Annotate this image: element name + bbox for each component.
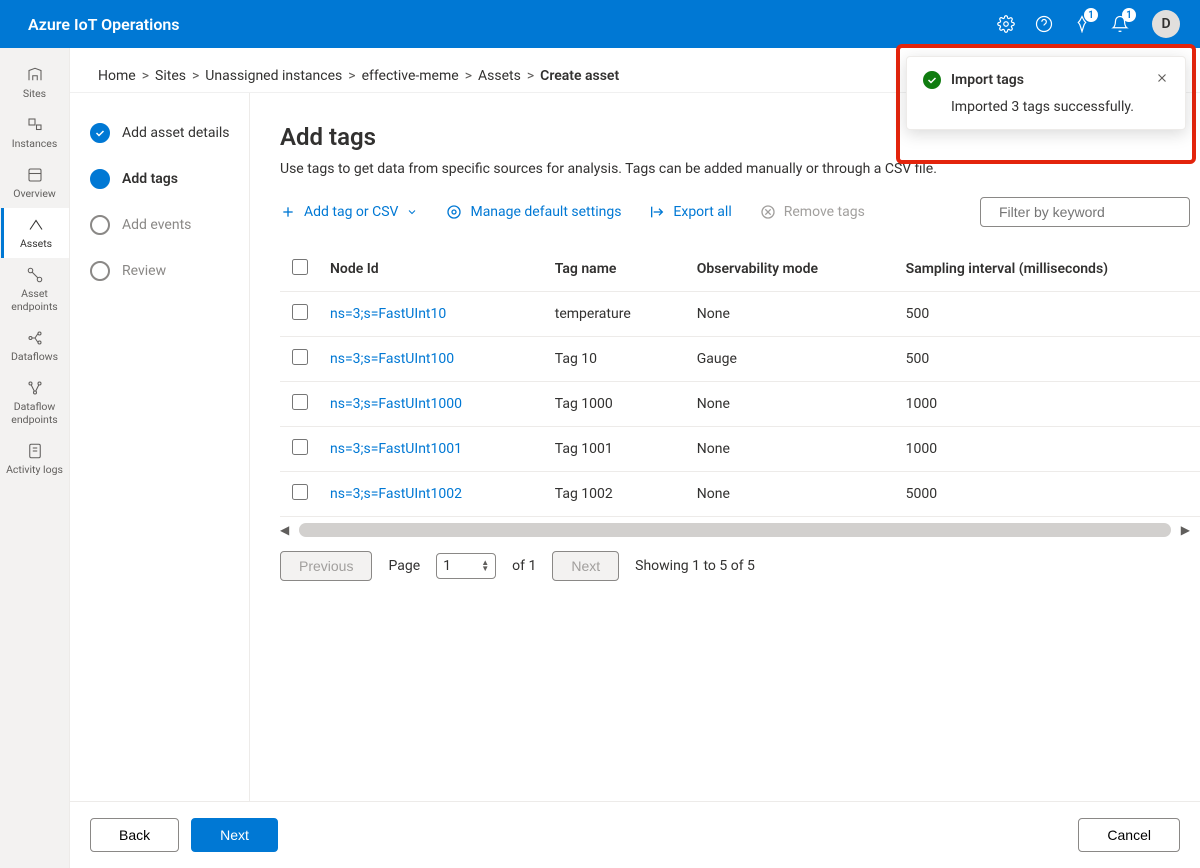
cell-tag-name: temperature [545,292,687,337]
wizard-footer: Back Next Cancel [70,801,1200,868]
select-all-checkbox[interactable] [292,259,308,275]
app-title: Azure IoT Operations [28,15,180,34]
table-row: ns=3;s=FastUInt1000Tag 1000None10005 [280,382,1200,427]
node-id-link[interactable]: ns=3;s=FastUInt100 [330,351,454,367]
nav-dataflow-endpoints[interactable]: Dataflow endpoints [1,371,69,434]
page-description: Use tags to get data from specific sourc… [280,161,1200,177]
toolbar: Add tag or CSV Manage default settings E… [280,197,1200,227]
nav-sites[interactable]: Sites [1,58,69,108]
avatar[interactable]: D [1152,10,1180,38]
tags-table: Node Id Tag name Observability mode Samp… [280,247,1200,517]
of-label: of 1 [512,558,536,574]
pager: Previous Page 1 ▲▼ of 1 Next Showing 1 t… [280,551,1200,581]
col-sampling-interval[interactable]: Sampling interval (milliseconds) [896,247,1200,292]
chevron-down-icon [406,206,418,218]
breadcrumb-link[interactable]: Unassigned instances [205,68,342,84]
col-observability[interactable]: Observability mode [687,247,896,292]
help-icon[interactable] [1034,14,1054,34]
header-actions: 1 1 D [996,10,1180,38]
manage-defaults-button[interactable]: Manage default settings [446,204,621,220]
left-nav: Sites Instances Overview Assets Asset en… [0,48,70,868]
settings-icon[interactable] [996,14,1016,34]
step-add-tags[interactable]: Add tags [90,169,249,189]
cell-interval: 1000 [896,427,1200,472]
diagnostics-badge: 1 [1084,8,1098,22]
nav-instances[interactable]: Instances [1,108,69,158]
cell-interval: 500 [896,337,1200,382]
node-id-link[interactable]: ns=3;s=FastUInt1001 [330,441,462,457]
cell-interval: 500 [896,292,1200,337]
showing-label: Showing 1 to 5 of 5 [635,558,755,574]
cell-mode: None [687,292,896,337]
row-checkbox[interactable] [292,484,308,500]
success-icon [923,71,941,89]
page-input[interactable]: 1 ▲▼ [436,553,496,579]
node-id-link[interactable]: ns=3;s=FastUInt10 [330,306,446,322]
row-checkbox[interactable] [292,304,308,320]
notifications-icon[interactable]: 1 [1110,14,1130,34]
step-add-events[interactable]: Add events [90,215,249,235]
spin-down-icon[interactable]: ▼ [481,566,489,572]
remove-tags-button: Remove tags [760,204,865,220]
step-add-asset-details[interactable]: Add asset details [90,123,249,143]
scroll-left-icon[interactable]: ◀ [280,523,289,537]
cell-tag-name: Tag 1002 [545,472,687,517]
page-label: Page [388,558,420,574]
nav-activity-logs[interactable]: Activity logs [1,434,69,484]
nav-dataflows[interactable]: Dataflows [1,321,69,371]
next-button[interactable]: Next [191,818,278,852]
breadcrumb-link[interactable]: effective-meme [362,68,459,84]
cancel-button[interactable]: Cancel [1078,818,1180,852]
breadcrumb-link[interactable]: Assets [478,68,521,84]
horizontal-scrollbar[interactable]: ◀ ▶ [280,523,1190,537]
cell-interval: 5000 [896,472,1200,517]
scroll-right-icon[interactable]: ▶ [1181,523,1190,537]
breadcrumb-link[interactable]: Sites [155,68,186,84]
export-all-button[interactable]: Export all [649,204,731,220]
previous-button: Previous [280,551,372,581]
table-row: ns=3;s=FastUInt10temperatureNone5001 [280,292,1200,337]
table-row: ns=3;s=FastUInt100Tag 10Gauge5001 [280,337,1200,382]
filter-box[interactable] [980,197,1190,227]
row-checkbox[interactable] [292,349,308,365]
filter-input[interactable] [999,204,1180,220]
nav-assets[interactable]: Assets [1,208,69,258]
back-button[interactable]: Back [90,818,179,852]
table-row: ns=3;s=FastUInt1001Tag 1001None10005 [280,427,1200,472]
nav-overview[interactable]: Overview [1,158,69,208]
cell-mode: None [687,472,896,517]
step-review[interactable]: Review [90,261,249,281]
import-toast: Import tags Imported 3 tags successfully… [906,56,1186,130]
node-id-link[interactable]: ns=3;s=FastUInt1002 [330,486,462,502]
toast-body: Imported 3 tags successfully. [923,99,1169,115]
cell-tag-name: Tag 1000 [545,382,687,427]
toast-title: Import tags [951,72,1145,88]
app-header: Azure IoT Operations 1 1 D [0,0,1200,48]
close-icon[interactable] [1155,71,1169,89]
diagnostics-icon[interactable]: 1 [1072,14,1092,34]
cell-interval: 1000 [896,382,1200,427]
cell-tag-name: Tag 10 [545,337,687,382]
col-tag-name[interactable]: Tag name [545,247,687,292]
cell-tag-name: Tag 1001 [545,427,687,472]
row-checkbox[interactable] [292,394,308,410]
add-tag-button[interactable]: Add tag or CSV [280,204,418,220]
cell-mode: None [687,427,896,472]
nav-asset-endpoints[interactable]: Asset endpoints [1,258,69,321]
row-checkbox[interactable] [292,439,308,455]
breadcrumb-current: Create asset [540,68,619,84]
cell-mode: Gauge [687,337,896,382]
next-page-button: Next [552,551,619,581]
wizard-steps: Add asset details Add tags Add events Re… [70,93,250,801]
cell-mode: None [687,382,896,427]
node-id-link[interactable]: ns=3;s=FastUInt1000 [330,396,462,412]
table-row: ns=3;s=FastUInt1002Tag 1002None500010 [280,472,1200,517]
notifications-badge: 1 [1122,8,1136,22]
breadcrumb-link[interactable]: Home [98,68,136,84]
col-node-id[interactable]: Node Id [320,247,545,292]
